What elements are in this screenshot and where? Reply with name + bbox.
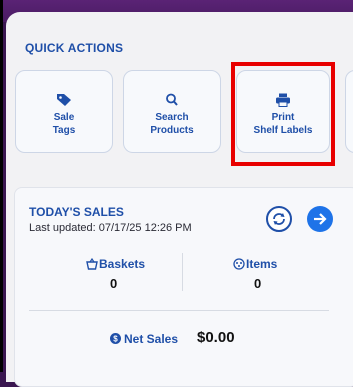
sale-tags-button[interactable]: Sale Tags — [15, 70, 113, 153]
refresh-icon — [273, 213, 285, 225]
arrow-right-icon — [314, 213, 327, 225]
highlight-box — [231, 62, 335, 166]
items-value: 0 — [254, 276, 262, 291]
tag-icon — [57, 94, 71, 106]
dollar-circle-icon: $ — [110, 333, 121, 344]
last-updated-text: Last updated: 07/17/25 12:26 PM — [29, 222, 192, 234]
items-label: Items — [246, 257, 278, 271]
refresh-button[interactable] — [266, 206, 292, 232]
screen-bezel — [0, 0, 3, 372]
metric-divider — [182, 253, 183, 291]
todays-sales-title: TODAY'S SALES — [29, 205, 124, 219]
baskets-label: Baskets — [99, 257, 146, 271]
quick-action-card-partial[interactable] — [345, 70, 353, 153]
search-products-label: Search Products — [150, 112, 194, 136]
net-sales-value: $0.00 — [197, 329, 235, 346]
items-icon — [233, 258, 245, 270]
quick-actions-title: QUICK ACTIONS — [25, 41, 124, 55]
net-sales-label: Net Sales — [124, 332, 179, 346]
section-divider — [29, 310, 329, 311]
search-products-button[interactable]: Search Products — [123, 70, 221, 153]
svg-text:$: $ — [113, 335, 118, 344]
basket-icon — [86, 258, 98, 270]
search-icon — [166, 93, 178, 106]
go-arrow-button[interactable] — [307, 206, 333, 232]
baskets-value: 0 — [110, 276, 118, 291]
sale-tags-label: Sale Tags — [52, 112, 76, 136]
